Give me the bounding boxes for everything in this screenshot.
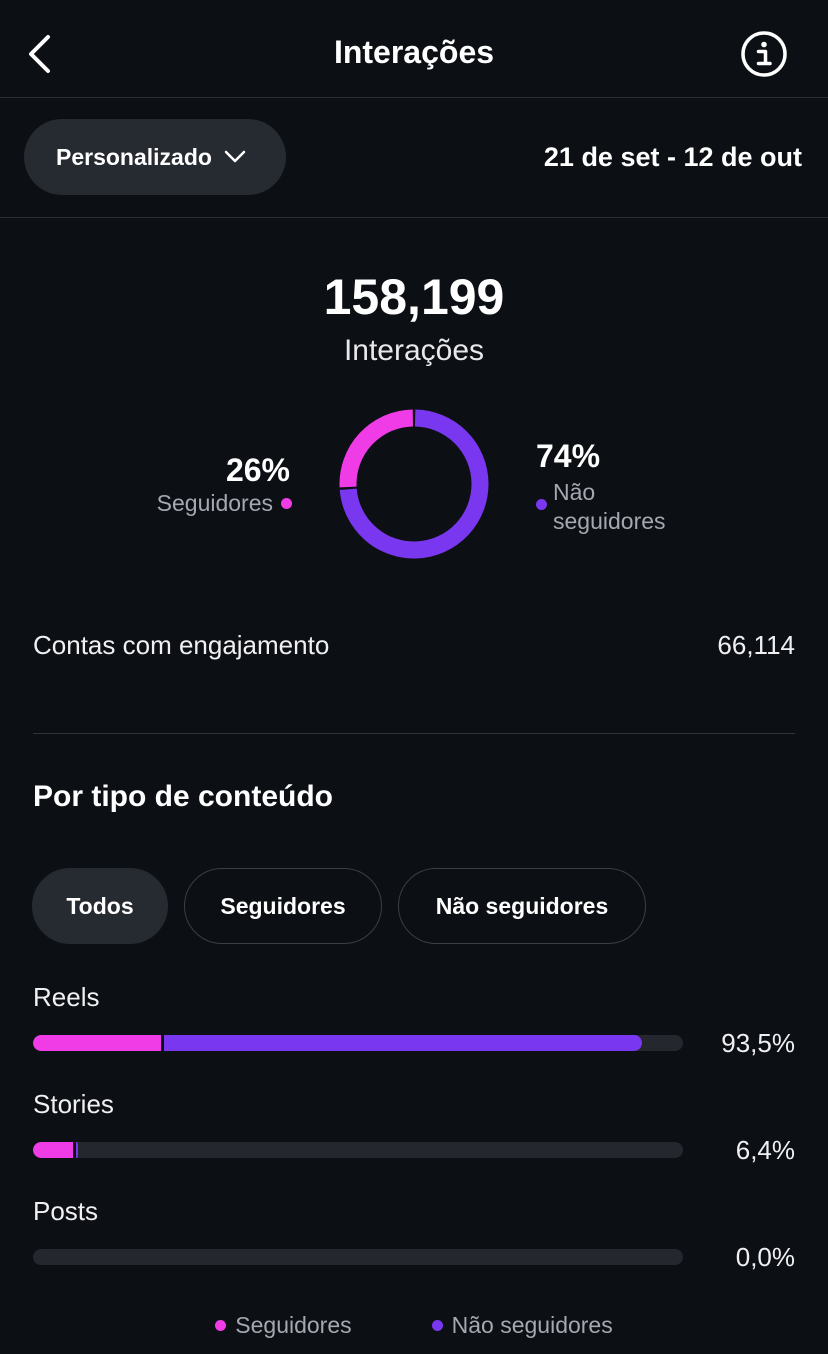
content-filter-tabs: Todos Seguidores Não seguidores bbox=[32, 868, 646, 944]
engaged-accounts-value: 66,114 bbox=[717, 630, 795, 660]
bar-segment-followers bbox=[33, 1035, 162, 1051]
content-bar bbox=[33, 1142, 683, 1158]
followers-dot-icon bbox=[281, 498, 292, 509]
total-interactions-label: Interações bbox=[343, 334, 485, 367]
interactions-screen: Interações Personalizado 21 de set - 12 … bbox=[0, 0, 828, 1354]
content-row-label: Posts bbox=[33, 1196, 99, 1226]
bar-segment-followers bbox=[33, 1142, 73, 1158]
content-row-percentage: 0,0% bbox=[735, 1242, 795, 1272]
nonfollowers-legend: Não seguidores bbox=[536, 478, 693, 536]
donut-segment-followers bbox=[339, 409, 414, 488]
date-range: 21 de set - 12 de out bbox=[543, 142, 802, 172]
tab-todos[interactable]: Todos bbox=[32, 868, 168, 944]
engaged-accounts-row: Contas com engajamento 66,114 bbox=[33, 630, 795, 661]
followers-dot-icon bbox=[215, 1320, 227, 1331]
content-row-stories: Stories 6,4% bbox=[33, 1089, 795, 1196]
legend-item-nonfollowers: Não seguidores bbox=[431, 1312, 613, 1339]
chevron-down-icon bbox=[224, 150, 246, 163]
period-dropdown[interactable]: Personalizado bbox=[24, 119, 286, 195]
content-row-percentage: 6,4% bbox=[735, 1135, 795, 1165]
content-bar bbox=[33, 1035, 683, 1051]
content-type-title: Por tipo de conteúdo bbox=[33, 780, 333, 813]
followers-legend: Seguidores bbox=[157, 490, 292, 517]
filter-row: Personalizado 21 de set - 12 de out bbox=[0, 98, 828, 218]
nonfollowers-dot-icon bbox=[536, 499, 547, 510]
divider bbox=[33, 733, 795, 734]
content-row-label: Stories bbox=[33, 1089, 114, 1119]
info-icon bbox=[741, 31, 787, 77]
followers-percentage: 26% bbox=[225, 452, 290, 488]
content-row-posts: Posts 0,0% bbox=[33, 1196, 795, 1303]
bar-segment-nonfollowers bbox=[164, 1035, 642, 1051]
content-type-list: Reels 93,5% Stories 6,4% Posts 0,0% bbox=[33, 982, 795, 1303]
nonfollowers-dot-icon bbox=[431, 1320, 443, 1331]
legend-followers-label: Seguidores bbox=[235, 1312, 352, 1338]
period-dropdown-label: Personalizado bbox=[56, 143, 212, 170]
tab-seguidores[interactable]: Seguidores bbox=[184, 868, 382, 944]
page-title: Interações bbox=[333, 34, 495, 70]
content-row-label: Reels bbox=[33, 982, 100, 1012]
bar-segment-nonfollowers bbox=[75, 1142, 78, 1158]
bar-legend: Seguidores Não seguidores bbox=[0, 1312, 828, 1339]
audience-donut-chart bbox=[339, 409, 489, 559]
content-row-reels: Reels 93,5% bbox=[33, 982, 795, 1089]
content-bar bbox=[33, 1249, 683, 1265]
legend-item-followers: Seguidores bbox=[215, 1312, 352, 1339]
total-interactions-value: 158,199 bbox=[323, 269, 505, 325]
followers-legend-label: Seguidores bbox=[156, 490, 273, 516]
engaged-accounts-label: Contas com engajamento bbox=[33, 630, 330, 660]
nonfollowers-legend-label: Não seguidores bbox=[553, 479, 666, 534]
nonfollowers-percentage: 74% bbox=[536, 438, 601, 474]
header: Interações bbox=[0, 0, 828, 98]
tab-nao-seguidores[interactable]: Não seguidores bbox=[398, 868, 646, 944]
legend-nonfollowers-label: Não seguidores bbox=[451, 1312, 613, 1338]
content-row-percentage: 93,5% bbox=[721, 1028, 795, 1058]
info-button[interactable] bbox=[740, 30, 788, 78]
